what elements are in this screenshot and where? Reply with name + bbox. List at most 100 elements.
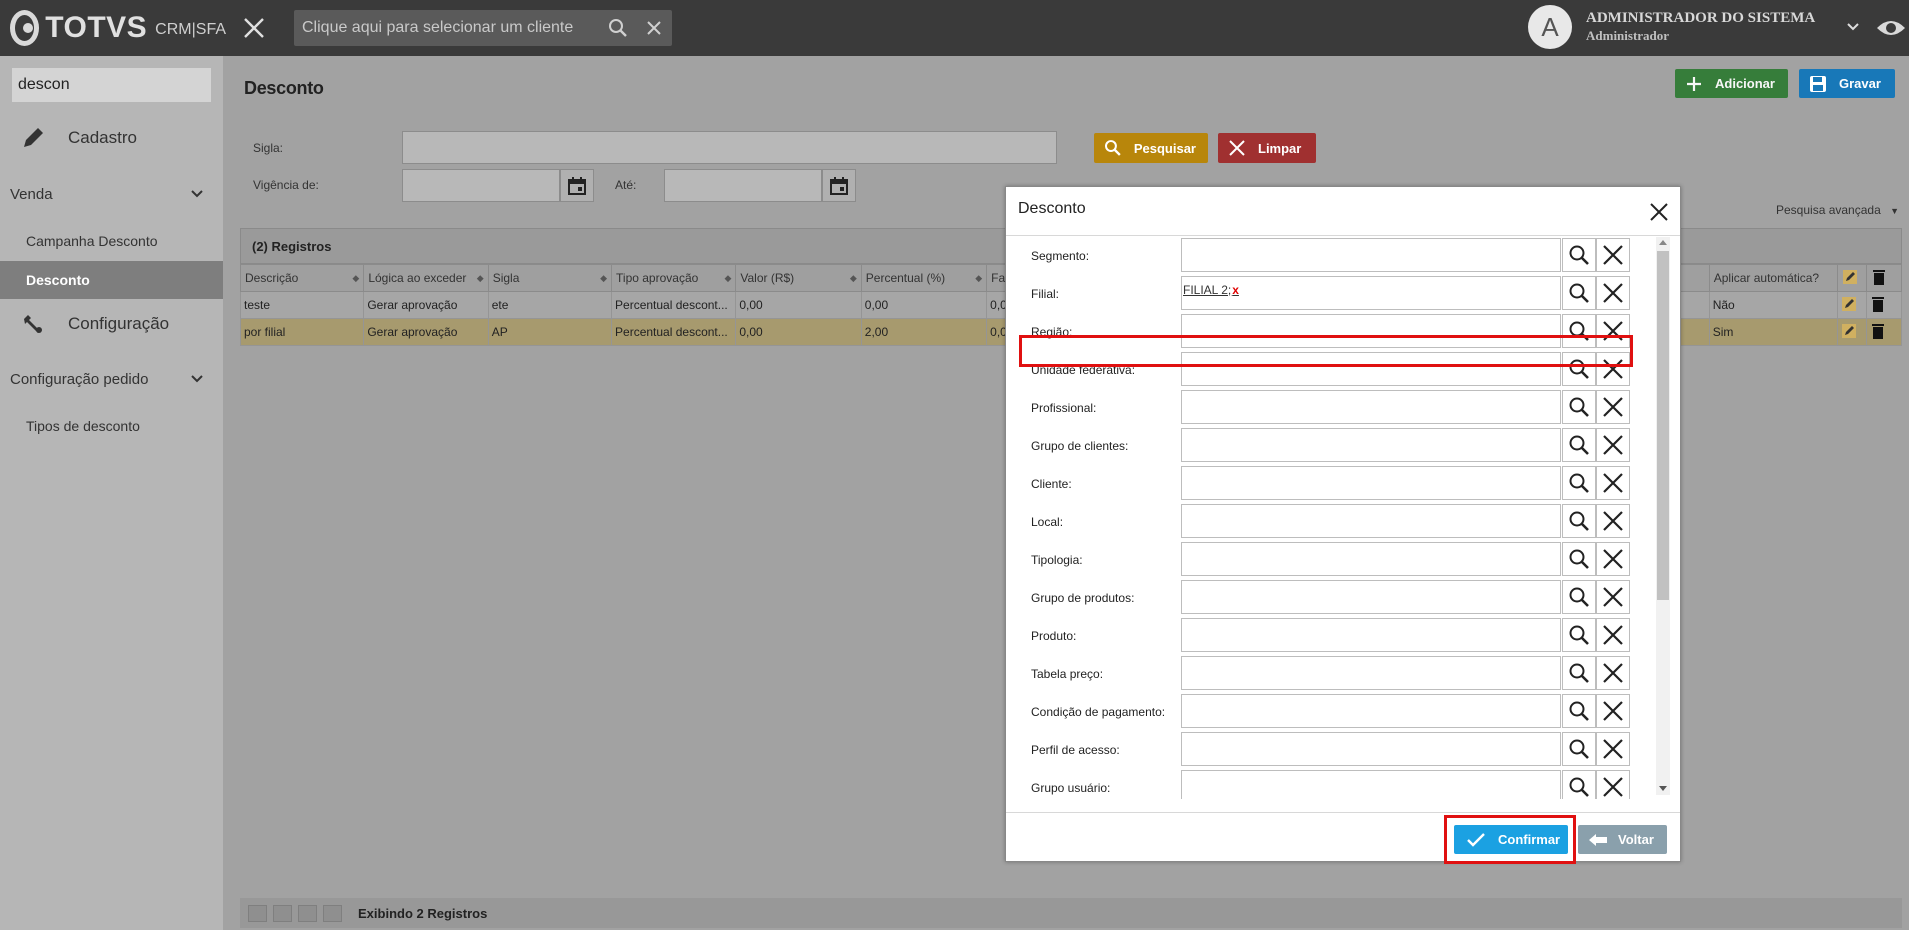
column-header[interactable]: Sigla ◆ (487, 264, 613, 292)
field-label: Grupo de produtos: (1031, 591, 1135, 605)
clear-button[interactable]: Limpar (1218, 133, 1316, 163)
grupo-usuario-input[interactable] (1181, 770, 1561, 799)
condicao-pagamento-search-button[interactable] (1562, 694, 1596, 728)
filial-input[interactable]: FILIAL 2;x (1181, 276, 1561, 310)
column-header[interactable]: Lógica ao exceder ◆ (363, 264, 489, 292)
grupo-clientes-input[interactable] (1181, 428, 1561, 462)
local-input[interactable] (1181, 504, 1561, 538)
grupo-usuario-search-button[interactable] (1562, 770, 1596, 799)
perfil-acesso-input[interactable] (1181, 732, 1561, 766)
tag-remove-button[interactable]: x (1232, 283, 1239, 297)
grupo-clientes-clear-button[interactable] (1596, 428, 1630, 462)
grupo-usuario-clear-button[interactable] (1596, 770, 1630, 799)
column-header[interactable]: Valor (R$) ◆ (735, 264, 862, 292)
next-page-button[interactable] (298, 904, 317, 922)
condicao-pagamento-input[interactable] (1181, 694, 1561, 728)
segmento-input[interactable] (1181, 238, 1561, 272)
scroll-up-icon[interactable] (1659, 240, 1667, 245)
segmento-clear-button[interactable] (1596, 238, 1630, 272)
menu-item-campanha-desconto[interactable]: Campanha Desconto (0, 222, 223, 260)
tipologia-clear-button[interactable] (1596, 542, 1630, 576)
cliente-input[interactable] (1181, 466, 1561, 500)
client-search-input[interactable] (302, 19, 600, 37)
save-button[interactable]: Gravar (1799, 69, 1895, 98)
delete-button[interactable] (1865, 318, 1903, 346)
tabela-preco-clear-button[interactable] (1596, 656, 1630, 690)
filial-clear-button[interactable] (1596, 276, 1630, 310)
first-page-button[interactable] (248, 904, 267, 922)
column-header[interactable]: Aplicar automática? (1708, 264, 1839, 292)
field-label: Grupo de clientes: (1031, 439, 1129, 453)
user-menu[interactable]: A ADMINISTRADOR DO SISTEMA Administrador (1528, 5, 1861, 49)
menu-group-venda[interactable]: Venda (0, 174, 223, 214)
perfil-acesso-clear-button[interactable] (1596, 732, 1630, 766)
profissional-input[interactable] (1181, 390, 1561, 424)
edit-button[interactable] (1837, 291, 1867, 319)
cell-logica: Gerar aprovação (363, 318, 489, 346)
sigla-label: Sigla: (253, 141, 284, 155)
cell-percentual: 0,00 (860, 291, 988, 319)
condicao-pagamento-clear-button[interactable] (1596, 694, 1630, 728)
profissional-clear-button[interactable] (1596, 390, 1630, 424)
sigla-input[interactable] (402, 131, 1057, 164)
scroll-down-icon[interactable] (1659, 786, 1667, 791)
scrollbar-thumb[interactable] (1657, 251, 1669, 600)
produto-input[interactable] (1181, 618, 1561, 652)
client-search-button[interactable] (600, 10, 636, 46)
confirm-button[interactable]: Confirmar (1454, 825, 1568, 854)
column-header[interactable]: Percentual (%) ◆ (860, 264, 988, 292)
tipologia-search-button[interactable] (1562, 542, 1596, 576)
cliente-search-button[interactable] (1562, 466, 1596, 500)
prev-page-button[interactable] (273, 904, 292, 922)
tabela-preco-search-button[interactable] (1562, 656, 1596, 690)
menu-search-input[interactable] (18, 76, 225, 94)
visibility-toggle[interactable] (1873, 12, 1909, 44)
produto-clear-button[interactable] (1596, 618, 1630, 652)
tipologia-input[interactable] (1181, 542, 1561, 576)
menu-item-cadastro[interactable]: Cadastro (0, 116, 223, 160)
vigencia-to-input[interactable] (664, 169, 822, 202)
grupo-clientes-search-button[interactable] (1562, 428, 1596, 462)
field-row-perfil-acesso: Perfil de acesso: (1006, 730, 1656, 768)
grupo-produtos-clear-button[interactable] (1596, 580, 1630, 614)
vigencia-from-input[interactable] (402, 169, 560, 202)
client-clear-button[interactable] (636, 10, 672, 46)
close-menu-button[interactable] (230, 0, 278, 56)
menu-item-label: Cadastro (68, 128, 137, 147)
cell-tipo: Percentual descont... (611, 291, 737, 319)
perfil-acesso-search-button[interactable] (1562, 732, 1596, 766)
local-search-button[interactable] (1562, 504, 1596, 538)
cliente-clear-button[interactable] (1596, 466, 1630, 500)
vigencia-label: Vigência de: (253, 178, 319, 192)
modal-scrollbar[interactable] (1656, 237, 1670, 795)
tabela-preco-input[interactable] (1181, 656, 1561, 690)
totvs-logo[interactable]: TOTVS CRM|SFA (0, 10, 226, 46)
delete-button[interactable] (1865, 291, 1903, 319)
cell-valor: 0,00 (735, 291, 862, 319)
menu-item-tipos-desconto[interactable]: Tipos de desconto (0, 407, 223, 445)
last-page-button[interactable] (323, 904, 342, 922)
vigencia-from-calendar-button[interactable] (560, 169, 594, 202)
grupo-produtos-search-button[interactable] (1562, 580, 1596, 614)
add-button[interactable]: Adicionar (1675, 69, 1788, 98)
filial-search-button[interactable] (1562, 276, 1596, 310)
vigencia-to-calendar-button[interactable] (822, 169, 856, 202)
local-clear-button[interactable] (1596, 504, 1630, 538)
segmento-search-button[interactable] (1562, 238, 1596, 272)
edit-button[interactable] (1837, 318, 1867, 346)
modal-close-button[interactable] (1646, 199, 1672, 225)
back-button[interactable]: Voltar (1578, 825, 1667, 854)
menu-item-configuracao[interactable]: Configuração (0, 302, 223, 346)
column-header[interactable]: Tipo aprovação ◆ (611, 264, 737, 292)
menu-item-desconto[interactable]: Desconto (0, 261, 223, 299)
advanced-search-toggle[interactable]: Pesquisa avançada ▼ (1776, 203, 1899, 217)
menu-group-configuracao-pedido[interactable]: Configuração pedido (0, 359, 223, 399)
produto-search-button[interactable] (1562, 618, 1596, 652)
close-icon (1229, 140, 1245, 156)
search-button[interactable]: Pesquisar (1094, 133, 1208, 163)
column-header[interactable]: Descrição ◆ (239, 264, 365, 292)
grupo-produtos-input[interactable] (1181, 580, 1561, 614)
profissional-search-button[interactable] (1562, 390, 1596, 424)
modal-footer: Confirmar Voltar (1006, 812, 1680, 864)
delete-column-header (1865, 264, 1903, 292)
